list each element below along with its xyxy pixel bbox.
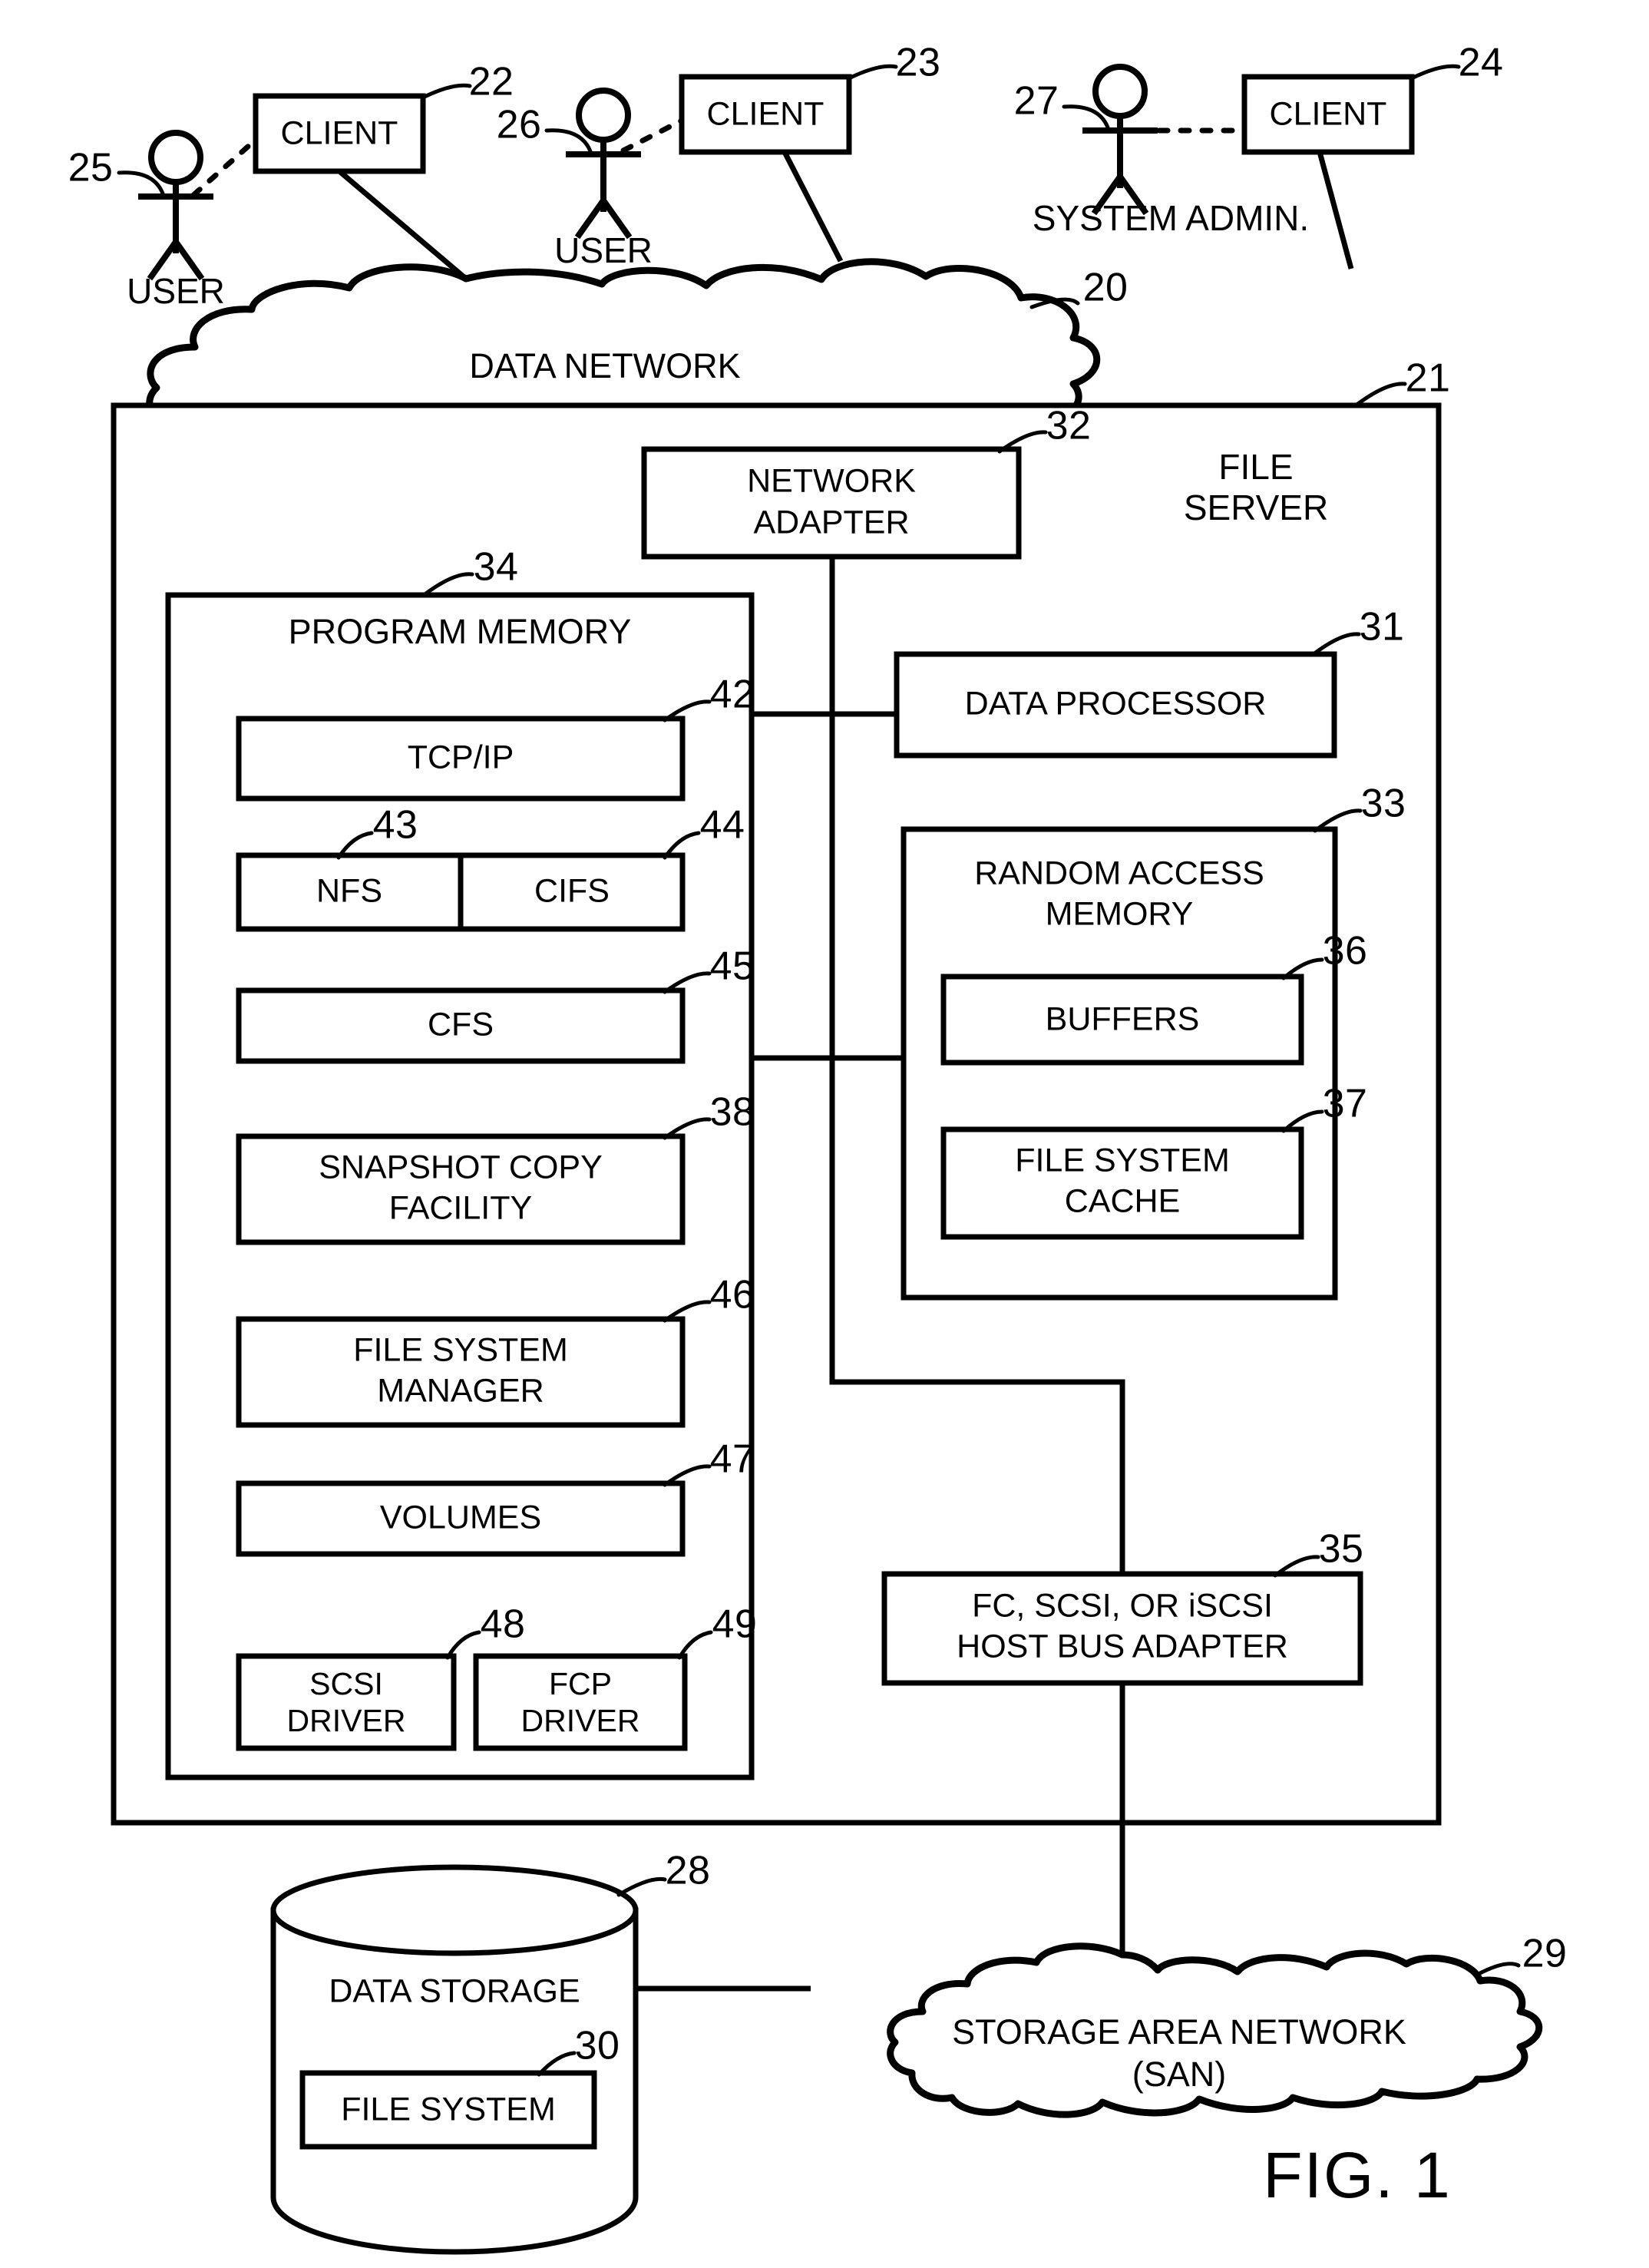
module-label-snapshot-line2: FACILITY [389,1189,532,1226]
module-label-scsi-line1: SCSI [309,1666,383,1701]
module-label-fsmanager-line2: MANAGER [377,1372,544,1409]
module-label-volumes: VOLUMES [380,1499,541,1536]
ref-number-25: 25 [68,146,114,190]
ref-number-36: 36 [1323,929,1368,974]
network-adapter-label-line2: ADAPTER [753,504,909,541]
ram-label-line1: RANDOM ACCESS [974,855,1264,891]
ref-number-37: 37 [1323,1082,1368,1126]
actor-role-sysadmin: SYSTEM ADMIN. [1033,198,1309,238]
ref-number-24: 24 [1459,41,1504,85]
figure-canvas: 25 USER CLIENT 22 26 USER CLIENT 23 27 S… [68,41,1568,2255]
connector-user-to-client-22 [190,137,259,198]
san-label-line1: STORAGE AREA NETWORK [952,2012,1406,2051]
ref-number-27: 27 [1014,79,1059,124]
stick-figure-icon-sysadmin [1082,64,1158,216]
ref-number-26: 26 [497,103,542,147]
ref-number-38: 38 [710,1090,755,1135]
module-label-scsi-line2: DRIVER [287,1703,406,1738]
ref-number-22: 22 [469,60,514,104]
leader-line-21 [1353,382,1407,408]
module-label-cifs: CIFS [534,872,610,909]
file-system-label: FILE SYSTEM [341,2091,556,2127]
data-network-label: DATA NETWORK [469,346,740,385]
stick-figure-icon-user-mid [566,88,641,240]
san-label-line2: (SAN) [1132,2055,1227,2094]
figure-label: FIG. 1 [1263,2139,1451,2211]
program-memory-label: PROGRAM MEMORY [289,612,632,651]
data-processor-label: DATA PROCESSOR [965,685,1267,722]
connector-user-to-client-23 [620,117,685,154]
module-label-fsmanager-line1: FILE SYSTEM [353,1331,568,1368]
leader-line-29 [1475,1962,1521,1977]
ref-number-44: 44 [700,803,745,848]
module-label-fcp-line1: FCP [549,1666,612,1701]
module-label-snapshot-line1: SNAPSHOT COPY [319,1149,603,1185]
ref-number-47: 47 [710,1437,755,1482]
hba-label-line2: HOST BUS ADAPTER [957,1628,1288,1665]
network-adapter-label-line1: NETWORK [747,462,916,499]
client-label-22: CLIENT [281,114,398,151]
patent-figure-page: 25 USER CLIENT 22 26 USER CLIENT 23 27 S… [0,0,1649,2268]
ref-number-42: 42 [710,673,755,717]
client-label-24: CLIENT [1270,95,1387,132]
hba-label-line1: FC, SCSI, OR iSCSI [972,1587,1273,1624]
actor-role-user-left: USER [127,271,225,311]
leader-line-28 [616,1876,667,1897]
ram-label-line2: MEMORY [1046,895,1194,932]
ref-number-33: 33 [1361,782,1406,826]
ref-number-34: 34 [474,545,519,590]
file-server-label-line1: FILE [1218,447,1293,487]
ref-number-21: 21 [1406,356,1451,401]
actor-role-user-mid: USER [554,230,653,270]
ref-number-45: 45 [710,944,755,989]
leader-line-22 [421,83,472,100]
stick-figure-icon-user-left [138,130,213,281]
ref-number-46: 46 [710,1273,755,1317]
connector-client-24-to-network [1317,151,1354,269]
leader-line-24 [1409,64,1461,81]
ref-number-29: 29 [1522,1932,1568,1976]
ram-item-label-fscache-line2: CACHE [1065,1182,1181,1219]
file-server-label-line2: SERVER [1184,488,1328,527]
client-label-23: CLIENT [707,95,824,132]
ref-number-43: 43 [373,803,418,848]
ref-number-35: 35 [1319,1527,1364,1572]
connector-client-23-to-network [782,150,844,263]
module-label-tcpip: TCP/IP [408,739,514,775]
module-label-cfs: CFS [428,1006,494,1043]
ref-number-31: 31 [1360,605,1405,650]
ref-number-48: 48 [481,1602,526,1647]
ref-number-28: 28 [666,1849,711,1893]
ref-number-23: 23 [896,41,941,85]
ref-number-32: 32 [1046,404,1092,448]
leader-line-23 [847,64,898,81]
ref-number-20: 20 [1083,266,1129,310]
data-storage-label: DATA STORAGE [329,1972,580,2009]
ram-item-label-buffers: BUFFERS [1046,1000,1200,1037]
module-label-fcp-line2: DRIVER [521,1703,640,1738]
ref-number-30: 30 [575,2024,620,2068]
ram-item-label-fscache-line1: FILE SYSTEM [1015,1142,1230,1179]
connector-client-22-to-network [337,169,468,281]
module-label-nfs: NFS [316,872,382,909]
ref-number-49: 49 [712,1602,758,1647]
